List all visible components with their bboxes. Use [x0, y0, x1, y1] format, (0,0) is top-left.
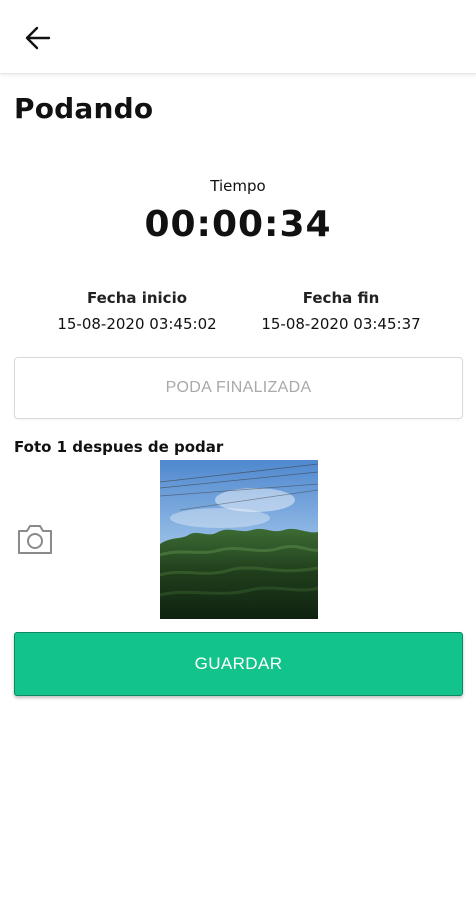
start-date-value: 15-08-2020 03:45:02 — [57, 315, 217, 333]
camera-button[interactable] — [16, 522, 54, 556]
app-bar — [0, 0, 476, 74]
photo-label: Foto 1 despues de podar — [14, 438, 224, 456]
status-field[interactable]: PODA FINALIZADA — [14, 357, 463, 419]
status-placeholder: PODA FINALIZADA — [165, 379, 312, 396]
end-date-block: Fecha fin 15-08-2020 03:45:37 — [222, 289, 460, 333]
start-date-label: Fecha inicio — [86, 289, 188, 307]
end-date-label: Fecha fin — [302, 289, 380, 307]
start-date-block: Fecha inicio 15-08-2020 03:45:02 — [18, 289, 256, 333]
save-button[interactable]: GUARDAR — [14, 632, 463, 696]
timer-value: 00:00:34 — [144, 204, 332, 245]
timer-label: Tiempo — [210, 177, 266, 195]
end-date-value: 15-08-2020 03:45:37 — [261, 315, 421, 333]
photo-thumbnail[interactable] — [160, 460, 318, 619]
back-button[interactable] — [16, 16, 60, 60]
camera-icon — [18, 525, 52, 554]
save-button-label: GUARDAR — [194, 654, 283, 673]
tree-photo — [160, 460, 318, 619]
arrow-left-icon — [25, 26, 51, 50]
page-title: Podando — [14, 92, 154, 125]
